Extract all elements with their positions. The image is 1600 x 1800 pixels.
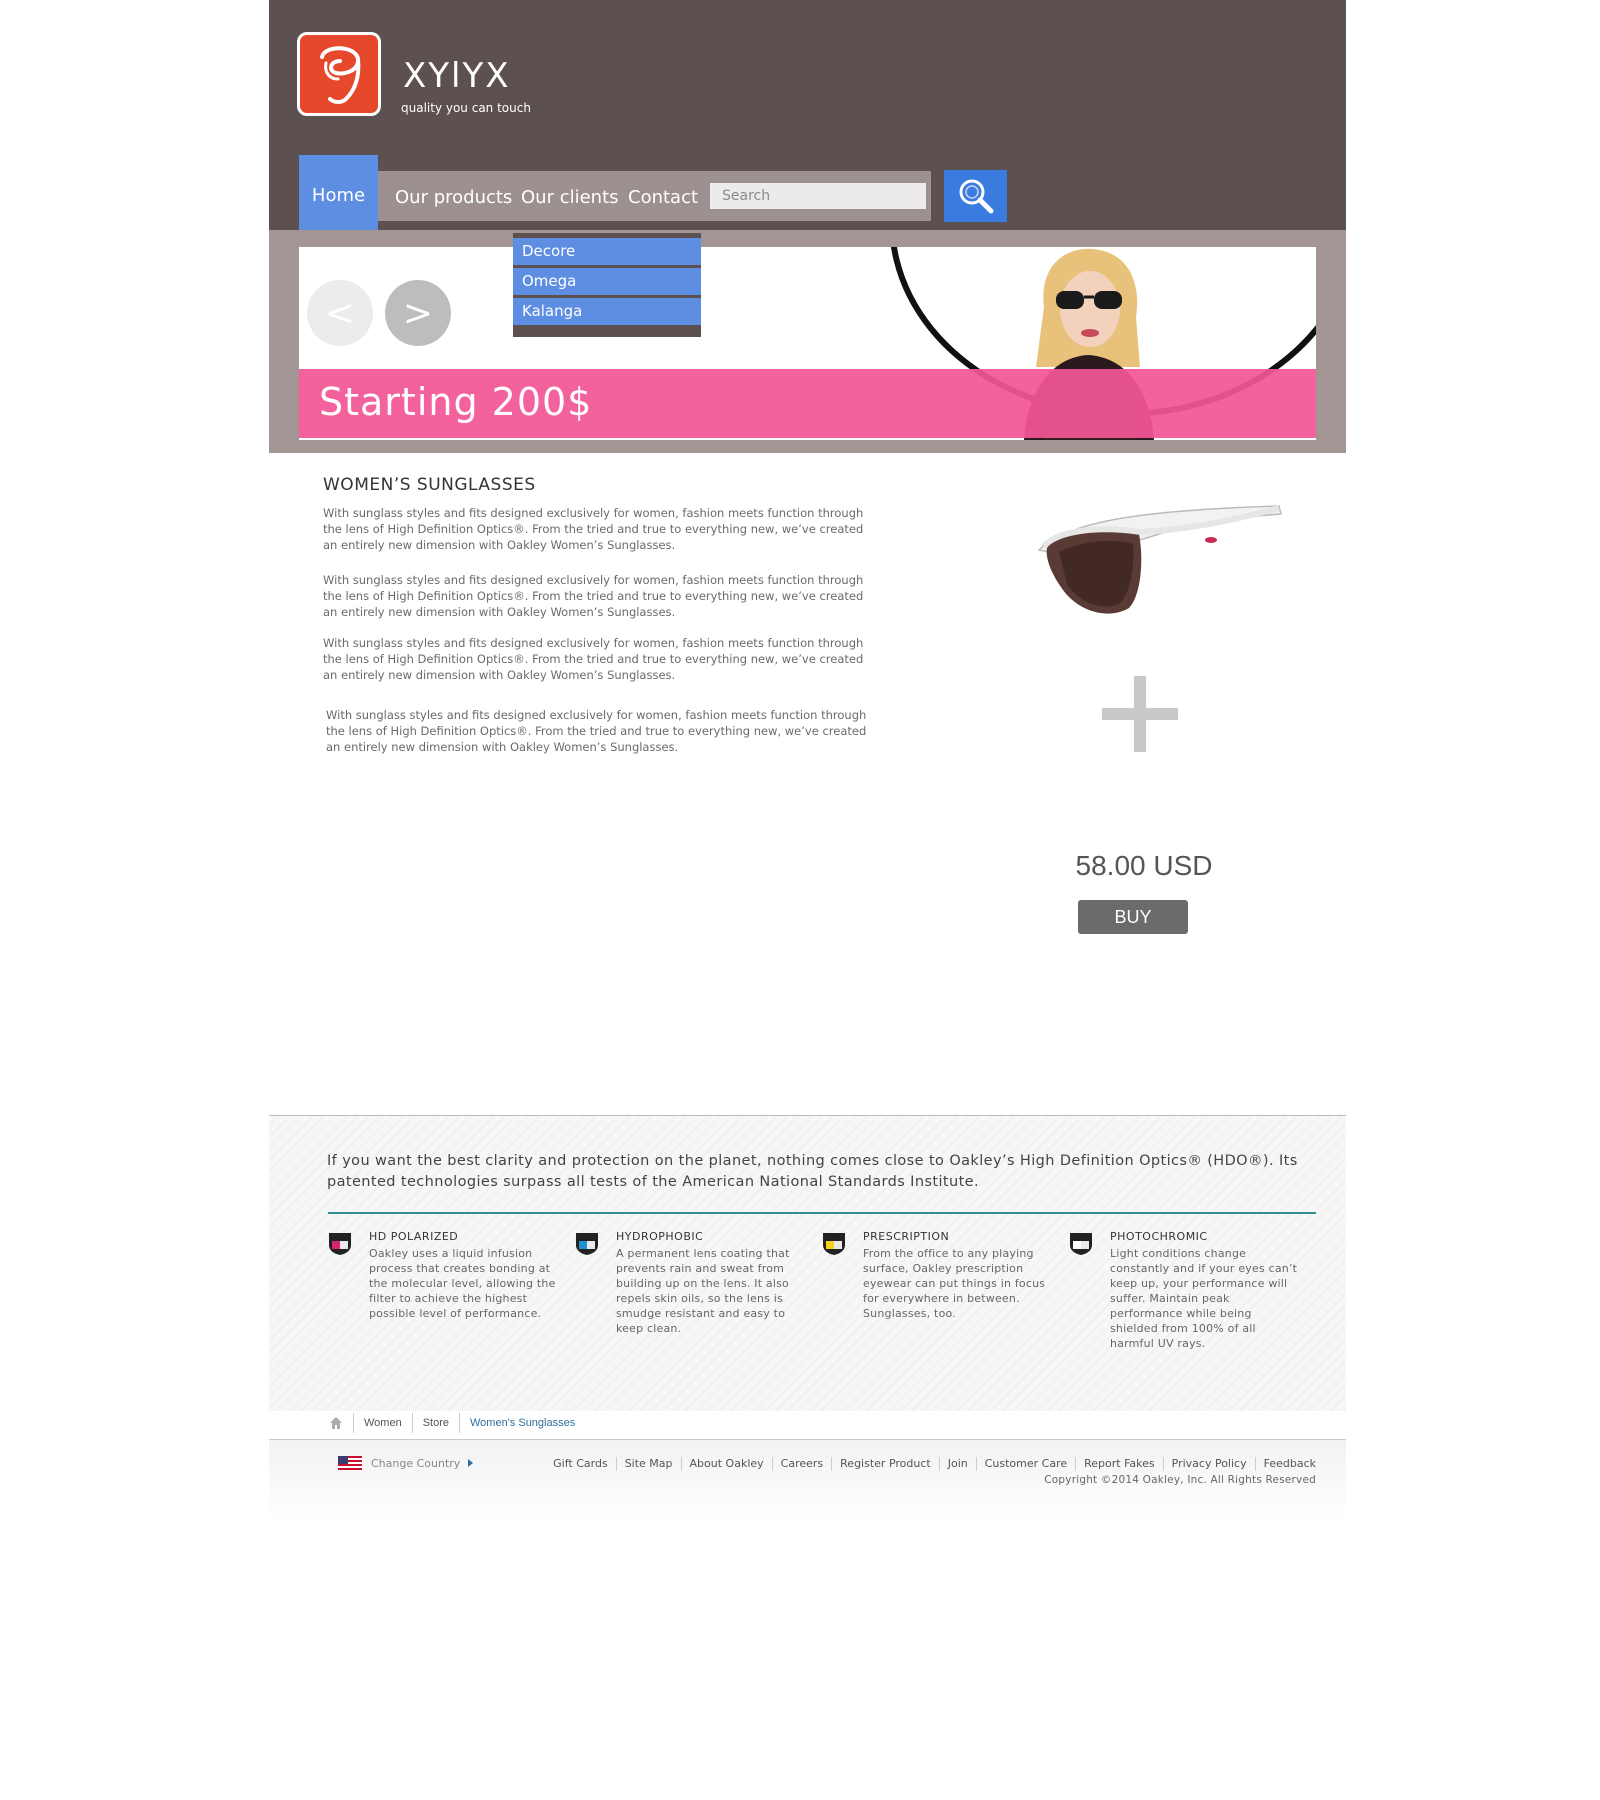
footer-link-careers[interactable]: Careers — [771, 1457, 832, 1471]
prescription-icon — [823, 1233, 845, 1255]
caret-right-icon — [468, 1459, 474, 1467]
change-country-label: Change Country — [371, 1456, 461, 1470]
dropdown-item-decore[interactable]: Decore — [513, 238, 701, 265]
dropdown-item-omega[interactable]: Omega — [513, 268, 701, 295]
page: XYlYX quality you can touch Home Our pro… — [269, 0, 1346, 1800]
feature-title: PHOTOCHROMIC — [1110, 1230, 1208, 1243]
product-image-sunglasses — [1037, 505, 1282, 614]
copyright: Copyright ©2014 Oakley, Inc. All Rights … — [1044, 1474, 1316, 1486]
carousel-prev-button[interactable]: < — [307, 280, 373, 346]
hero-banner-frame: Starting 200$ < > — [269, 230, 1346, 453]
footer-link-join[interactable]: Join — [938, 1457, 976, 1471]
nav-our-products[interactable]: Our products — [395, 187, 512, 208]
footer-link-privacy-policy[interactable]: Privacy Policy — [1162, 1457, 1255, 1471]
brand-name: XYlYX — [403, 56, 511, 96]
description-paragraph: With sunglass styles and fits designed e… — [326, 708, 867, 754]
feature-title: HD POLARIZED — [369, 1230, 459, 1243]
nav-our-clients[interactable]: Our clients — [521, 187, 619, 208]
footer-intro: If you want the best clarity and protect… — [327, 1153, 1298, 1190]
buy-button[interactable]: BUY — [1078, 900, 1188, 934]
photochromic-icon — [1070, 1233, 1092, 1255]
footer-link-feedback[interactable]: Feedback — [1254, 1457, 1316, 1471]
hero-banner: Starting 200$ < > — [299, 247, 1316, 440]
hydrophobic-icon — [576, 1233, 598, 1255]
us-flag-icon — [338, 1456, 362, 1470]
description-paragraph: With sunglass styles and fits designed e… — [323, 573, 864, 619]
feature-text: A permanent lens coating that prevents r… — [616, 1247, 790, 1335]
promo-text: Starting 200$ — [319, 380, 593, 424]
plus-icon[interactable] — [1102, 676, 1178, 752]
feature-text: From the office to any playing surface, … — [863, 1247, 1046, 1320]
footer-link-about[interactable]: About Oakley — [680, 1457, 772, 1471]
footer-link-register-product[interactable]: Register Product — [831, 1457, 939, 1471]
search-button[interactable] — [944, 170, 1007, 222]
breadcrumb-item[interactable]: Women — [353, 1413, 412, 1433]
nav-contact[interactable]: Contact — [628, 187, 698, 208]
breadcrumb-item-current[interactable]: Women's Sunglasses — [459, 1413, 585, 1433]
feature-title: HYDROPHOBIC — [616, 1230, 704, 1243]
breadcrumb-item[interactable]: Store — [411, 1413, 459, 1433]
description-paragraph: With sunglass styles and fits designed e… — [323, 506, 864, 552]
logo[interactable] — [297, 32, 381, 116]
divider — [328, 1212, 1316, 1214]
breadcrumb: Women Store Women's Sunglasses — [329, 1413, 585, 1433]
product-price: 58.00 USD — [1075, 850, 1213, 881]
products-dropdown: Decore Omega Kalanga — [513, 233, 701, 337]
footer-link-customer-care[interactable]: Customer Care — [975, 1457, 1075, 1471]
footer-link-gift-cards[interactable]: Gift Cards — [545, 1457, 616, 1471]
chevron-left-icon: < — [324, 292, 356, 334]
home-icon[interactable] — [329, 1416, 343, 1430]
feature-text: Light conditions change constantly and i… — [1110, 1247, 1298, 1350]
feature-text: Oakley uses a liquid infusion process th… — [369, 1247, 556, 1320]
feature-title: PRESCRIPTION — [863, 1230, 950, 1243]
footer-features: If you want the best clarity and protect… — [269, 1115, 1346, 1411]
section-title: WOMEN’S SUNGLASSES — [323, 475, 536, 495]
footer-link-report-fakes[interactable]: Report Fakes — [1075, 1457, 1163, 1471]
search-input[interactable] — [710, 183, 926, 209]
footer-link-site-map[interactable]: Site Map — [615, 1457, 681, 1471]
site-header: XYlYX quality you can touch Home Our pro… — [269, 0, 1346, 236]
chevron-right-icon: > — [402, 292, 434, 334]
description-paragraph: With sunglass styles and fits designed e… — [323, 636, 864, 682]
logo-mark-icon — [320, 46, 361, 104]
brand-tagline: quality you can touch — [401, 101, 531, 115]
footer-links: Gift Cards Site Map About Oakley Careers… — [545, 1457, 1316, 1471]
carousel-next-button[interactable]: > — [385, 280, 451, 346]
change-country[interactable]: Change Country — [338, 1456, 475, 1470]
search-icon — [959, 179, 993, 214]
nav-home[interactable]: Home — [299, 155, 378, 236]
dropdown-item-kalanga[interactable]: Kalanga — [513, 298, 701, 325]
hd-polarized-icon — [329, 1233, 351, 1255]
